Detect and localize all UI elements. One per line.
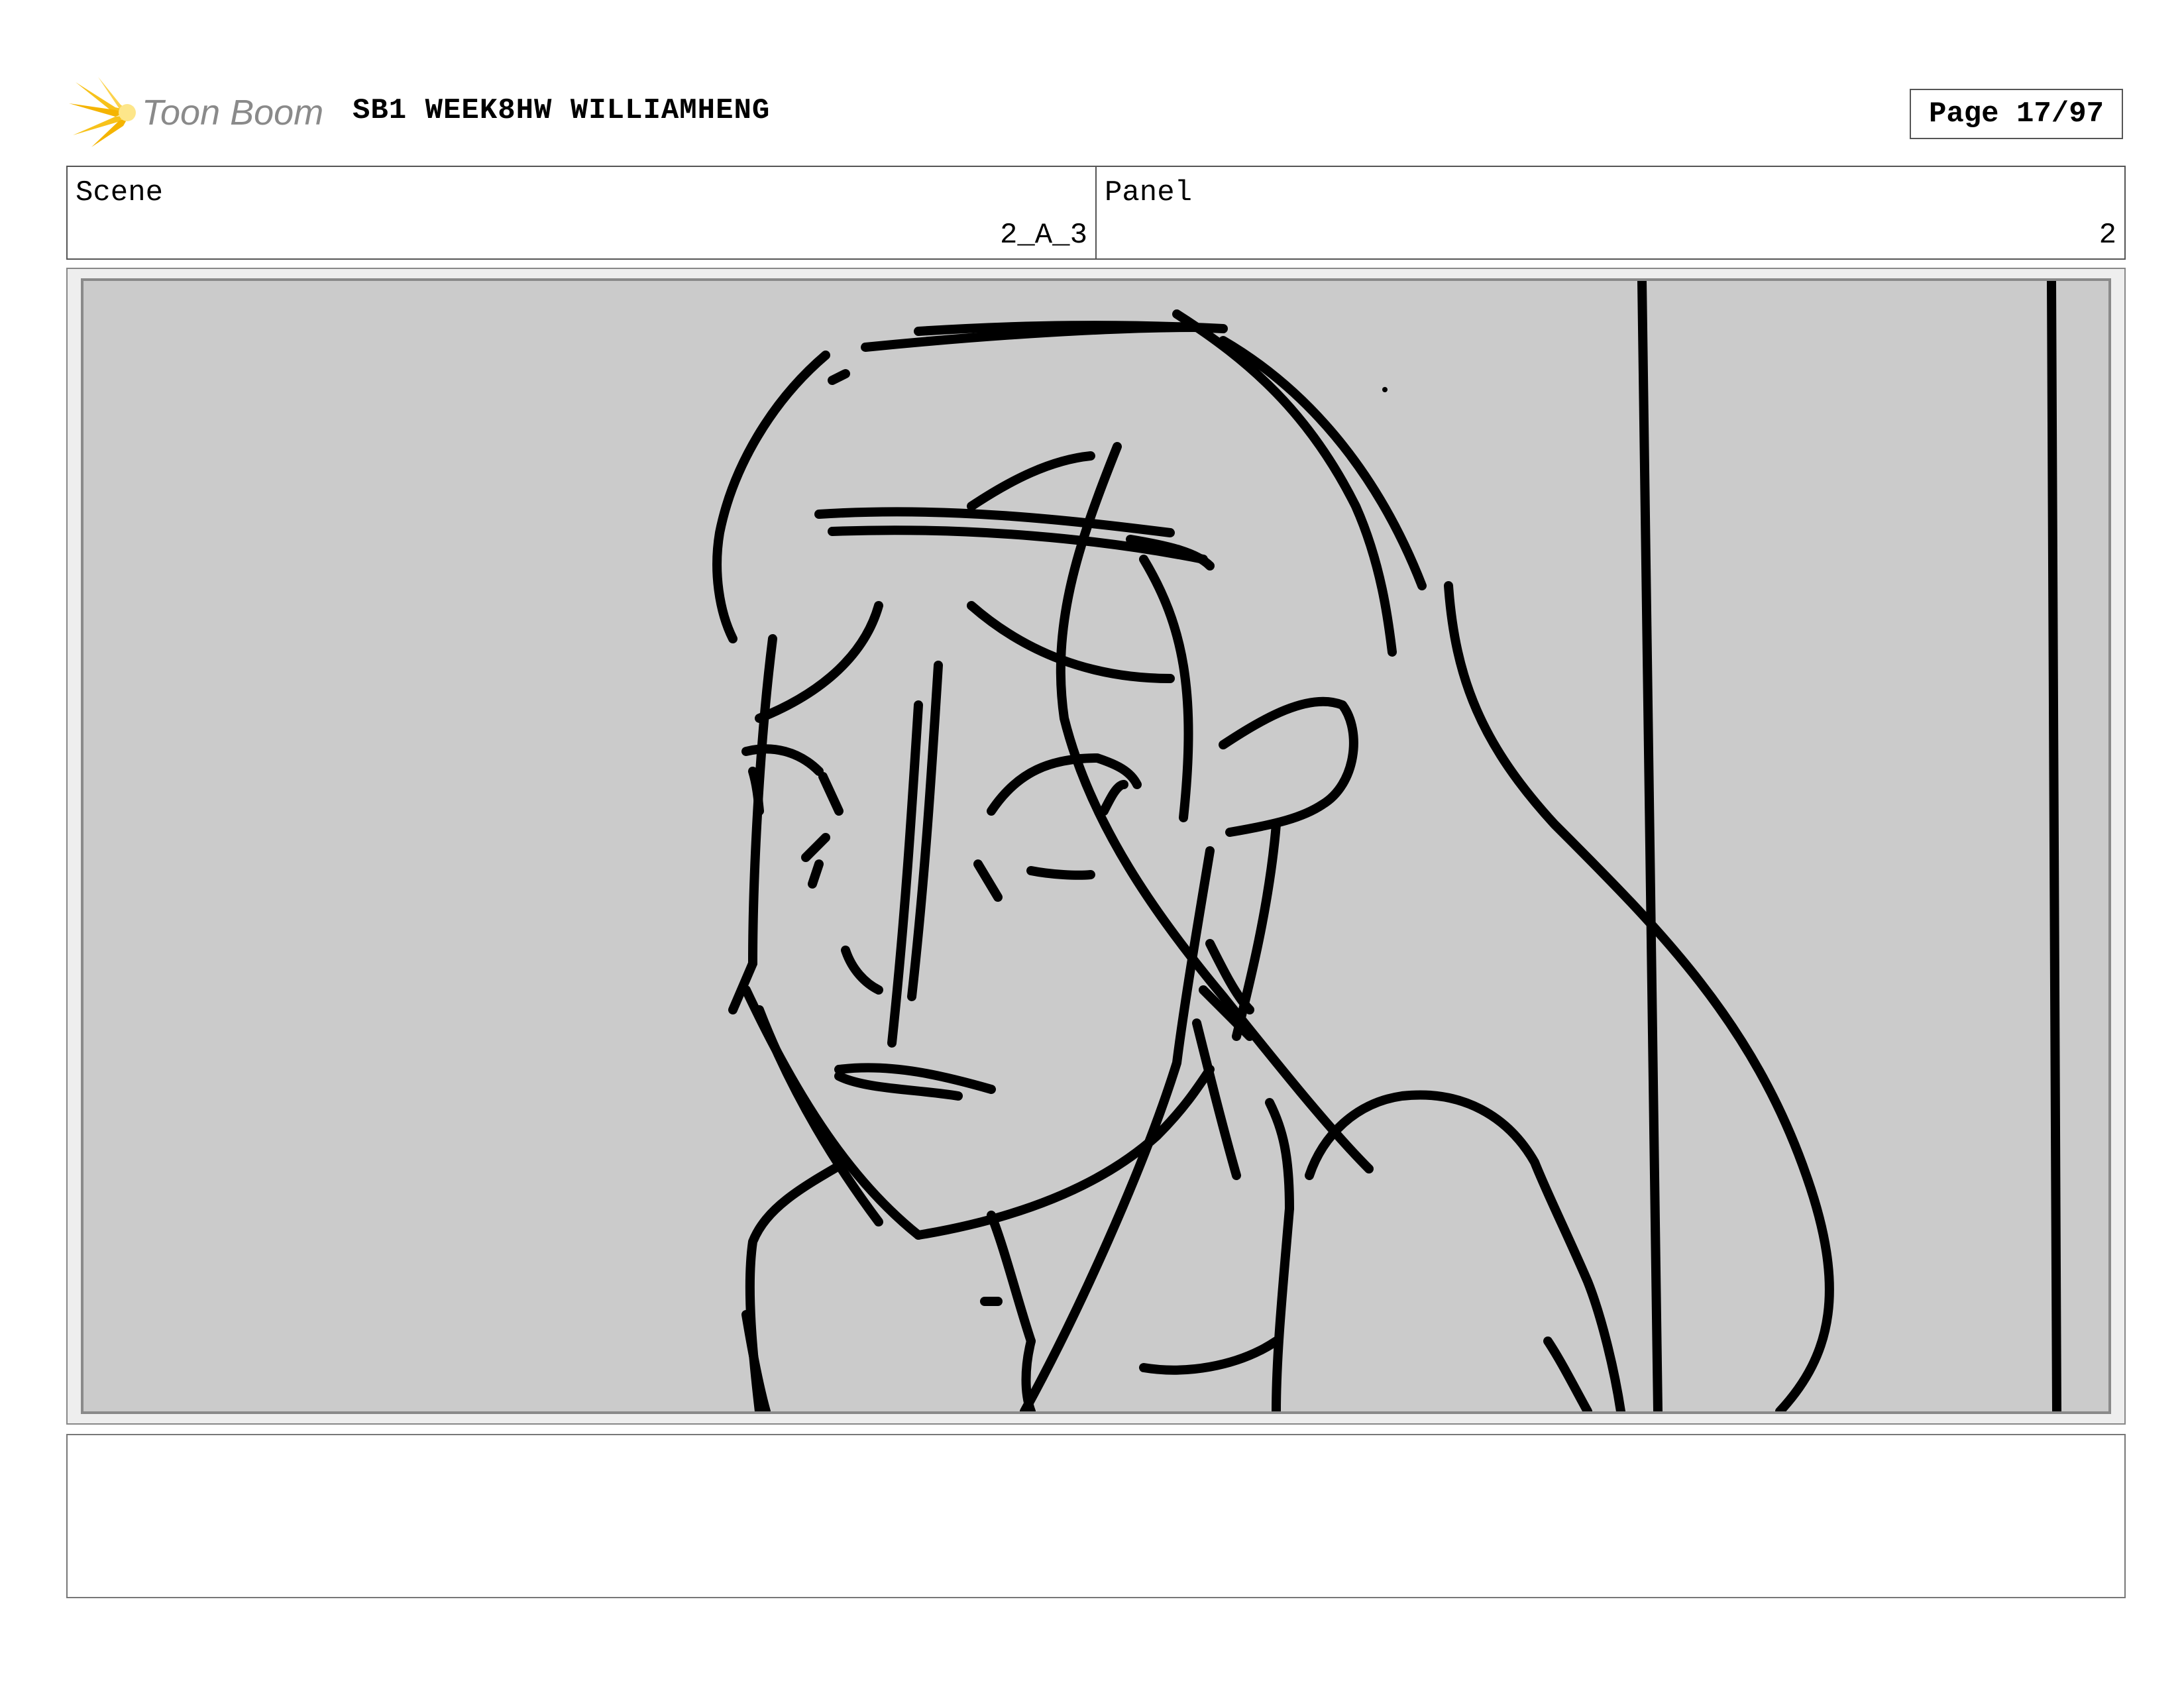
panel-label: Panel [1105, 176, 1193, 209]
starburst-icon [69, 77, 136, 147]
scene-label: Scene [76, 176, 164, 209]
toon-boom-logo: Toon Boom [69, 74, 334, 151]
scene-cell: Scene 2_A_3 [68, 167, 1095, 258]
scene-value: 2_A_3 [999, 219, 1087, 252]
logo-wordmark: Toon Boom [142, 93, 323, 133]
panel-cell: Panel 2 [1095, 167, 2124, 258]
panel-value: 2 [2099, 219, 2116, 252]
storyboard-drawing [81, 278, 2111, 1414]
storyboard-panel [66, 268, 2126, 1425]
page-indicator: Page 17/97 [1910, 89, 2123, 139]
sketch-girl-portrait [712, 281, 2061, 1411]
panel-notes [66, 1434, 2126, 1598]
scene-panel-info: Scene 2_A_3 Panel 2 [66, 166, 2126, 260]
document-title: SB1 WEEK8HW WILLIAMHENG [353, 94, 771, 127]
